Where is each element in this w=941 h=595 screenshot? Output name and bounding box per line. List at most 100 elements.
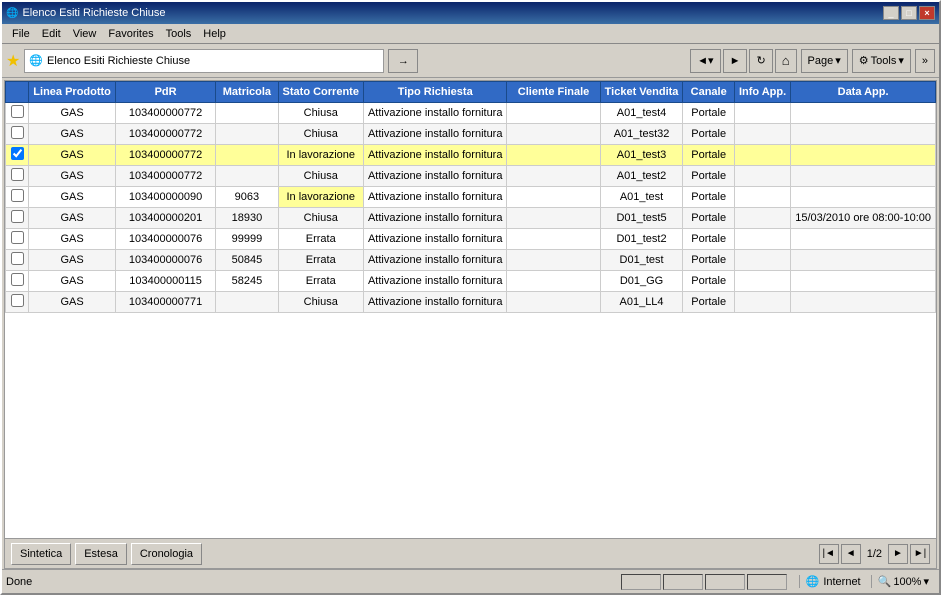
row-checkbox-cell[interactable] bbox=[6, 271, 29, 292]
cell-matricola bbox=[216, 292, 278, 313]
menu-tools[interactable]: Tools bbox=[160, 26, 198, 42]
row-checkbox[interactable] bbox=[11, 252, 24, 265]
col-header-stato: Stato Corrente bbox=[278, 82, 363, 103]
col-header-canale: Canale bbox=[683, 82, 735, 103]
row-checkbox-cell[interactable] bbox=[6, 166, 29, 187]
row-checkbox[interactable] bbox=[11, 210, 24, 223]
first-page-button[interactable]: |◄ bbox=[819, 544, 839, 564]
table-row[interactable]: GAS103400000772ChiusaAttivazione install… bbox=[6, 124, 936, 145]
cell-info bbox=[734, 145, 790, 166]
row-checkbox-cell[interactable] bbox=[6, 229, 29, 250]
minimize-button[interactable]: _ bbox=[883, 6, 899, 20]
cronologia-button[interactable]: Cronologia bbox=[131, 543, 202, 565]
menu-edit[interactable]: Edit bbox=[36, 26, 67, 42]
table-row[interactable]: GAS10340000007650845ErrataAttivazione in… bbox=[6, 250, 936, 271]
page-label: Page bbox=[808, 55, 834, 67]
sintetica-button[interactable]: Sintetica bbox=[11, 543, 71, 565]
cell-stato: In lavorazione bbox=[278, 187, 363, 208]
row-checkbox-cell[interactable] bbox=[6, 292, 29, 313]
cell-tipo: Attivazione installo fornitura bbox=[363, 250, 507, 271]
expand-button[interactable]: » bbox=[915, 49, 935, 73]
row-checkbox-cell[interactable] bbox=[6, 208, 29, 229]
row-checkbox[interactable] bbox=[11, 294, 24, 307]
status-bar: Done 🌐 Internet 🔍 100% ▾ bbox=[2, 569, 939, 593]
globe-icon: 🌐 bbox=[806, 575, 820, 588]
row-checkbox-cell[interactable] bbox=[6, 103, 29, 124]
cell-info bbox=[734, 187, 790, 208]
cell-matricola bbox=[216, 145, 278, 166]
cell-tipo: Attivazione installo fornitura bbox=[363, 292, 507, 313]
prev-page-button[interactable]: ◄ bbox=[841, 544, 861, 564]
tools-button[interactable]: ⚙ Tools ▾ bbox=[852, 49, 911, 73]
cell-cliente bbox=[507, 187, 600, 208]
row-checkbox-cell[interactable] bbox=[6, 124, 29, 145]
estesa-button[interactable]: Estesa bbox=[75, 543, 127, 565]
table-row[interactable]: GAS10340000020118930ChiusaAttivazione in… bbox=[6, 208, 936, 229]
row-checkbox-cell[interactable] bbox=[6, 250, 29, 271]
menu-view[interactable]: View bbox=[67, 26, 103, 42]
cell-tipo: Attivazione installo fornitura bbox=[363, 124, 507, 145]
cell-data: 15/03/2010 ore 08:00-10:00 bbox=[791, 208, 936, 229]
menu-file[interactable]: File bbox=[6, 26, 36, 42]
cell-canale: Portale bbox=[683, 166, 735, 187]
cell-tipo: Attivazione installo fornitura bbox=[363, 166, 507, 187]
row-checkbox[interactable] bbox=[11, 168, 24, 181]
table-row[interactable]: GAS1034000000909063In lavorazioneAttivaz… bbox=[6, 187, 936, 208]
next-page-button[interactable]: ► bbox=[888, 544, 908, 564]
menu-favorites[interactable]: Favorites bbox=[102, 26, 159, 42]
zoom-dropdown-icon[interactable]: ▾ bbox=[923, 575, 929, 588]
cell-tipo: Attivazione installo fornitura bbox=[363, 208, 507, 229]
cell-linea: GAS bbox=[29, 187, 116, 208]
table-row[interactable]: GAS103400000772ChiusaAttivazione install… bbox=[6, 103, 936, 124]
nav-buttons: ◄▾ ► ↻ ⌂ bbox=[690, 49, 796, 73]
cell-info bbox=[734, 250, 790, 271]
row-checkbox[interactable] bbox=[11, 231, 24, 244]
cell-stato: Chiusa bbox=[278, 208, 363, 229]
cell-data bbox=[791, 103, 936, 124]
row-checkbox[interactable] bbox=[11, 147, 24, 160]
row-checkbox-cell[interactable] bbox=[6, 145, 29, 166]
cell-tipo: Attivazione installo fornitura bbox=[363, 145, 507, 166]
cell-ticket: A01_test4 bbox=[600, 103, 683, 124]
menu-help[interactable]: Help bbox=[197, 26, 232, 42]
row-checkbox[interactable] bbox=[11, 126, 24, 139]
cell-cliente bbox=[507, 103, 600, 124]
cell-tipo: Attivazione installo fornitura bbox=[363, 271, 507, 292]
cell-cliente bbox=[507, 229, 600, 250]
status-seg-4 bbox=[747, 574, 787, 590]
table-row[interactable]: GAS10340000007699999ErrataAttivazione in… bbox=[6, 229, 936, 250]
table-row[interactable]: GAS103400000771ChiusaAttivazione install… bbox=[6, 292, 936, 313]
cell-ticket: D01_GG bbox=[600, 271, 683, 292]
table-row[interactable]: GAS103400000772ChiusaAttivazione install… bbox=[6, 166, 936, 187]
forward-button[interactable]: ► bbox=[723, 49, 748, 73]
last-page-button[interactable]: ►| bbox=[910, 544, 930, 564]
maximize-button[interactable]: □ bbox=[901, 6, 917, 20]
go-button[interactable]: → bbox=[388, 49, 418, 73]
cell-linea: GAS bbox=[29, 103, 116, 124]
cell-pdr: 103400000772 bbox=[115, 145, 215, 166]
cell-stato: Errata bbox=[278, 250, 363, 271]
table-row[interactable]: GAS10340000011558245ErrataAttivazione in… bbox=[6, 271, 936, 292]
col-header-matricola: Matricola bbox=[216, 82, 278, 103]
favorites-star-icon[interactable]: ★ bbox=[6, 51, 20, 71]
page-dropdown-icon: ▾ bbox=[835, 54, 841, 67]
home-button[interactable]: ⌂ bbox=[775, 49, 797, 73]
cell-data bbox=[791, 124, 936, 145]
close-button[interactable]: × bbox=[919, 6, 935, 20]
view-buttons: Sintetica Estesa Cronologia bbox=[11, 543, 202, 565]
cell-info bbox=[734, 124, 790, 145]
row-checkbox[interactable] bbox=[11, 105, 24, 118]
cell-matricola bbox=[216, 124, 278, 145]
cell-linea: GAS bbox=[29, 229, 116, 250]
table-row[interactable]: GAS103400000772In lavorazioneAttivazione… bbox=[6, 145, 936, 166]
page-button[interactable]: Page ▾ bbox=[801, 49, 848, 73]
refresh-button[interactable]: ↻ bbox=[749, 49, 772, 73]
back-button[interactable]: ◄▾ bbox=[690, 49, 720, 73]
row-checkbox-cell[interactable] bbox=[6, 187, 29, 208]
row-checkbox[interactable] bbox=[11, 273, 24, 286]
zone-label: Internet bbox=[823, 576, 860, 588]
cell-ticket: D01_test2 bbox=[600, 229, 683, 250]
address-bar[interactable]: 🌐 Elenco Esiti Richieste Chiuse bbox=[24, 49, 384, 73]
cell-stato: In lavorazione bbox=[278, 145, 363, 166]
row-checkbox[interactable] bbox=[11, 189, 24, 202]
